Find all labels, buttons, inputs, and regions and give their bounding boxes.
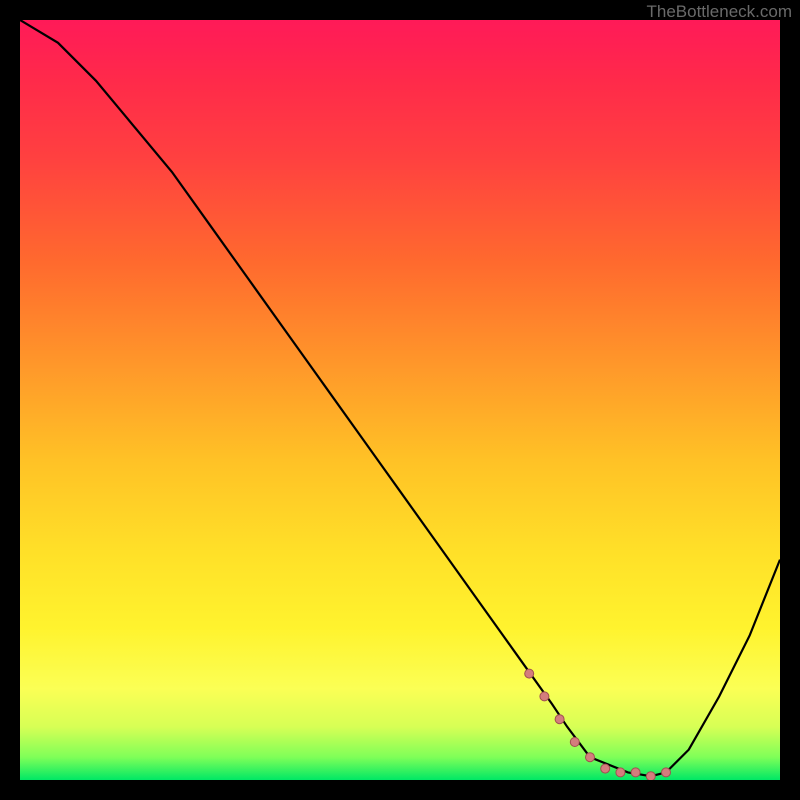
highlight-dot [662,768,671,777]
highlight-dot [525,669,534,678]
highlight-dot [570,738,579,747]
highlight-dot [555,715,564,724]
highlight-dot [540,692,549,701]
highlight-dot [646,772,655,780]
bottleneck-curve-svg [20,20,780,780]
watermark-text: TheBottleneck.com [646,2,792,22]
highlight-dots-group [525,669,671,780]
highlight-dot [631,768,640,777]
highlight-dot [586,753,595,762]
bottleneck-curve-line [20,20,780,776]
highlight-dot [616,768,625,777]
chart-frame: TheBottleneck.com [0,0,800,800]
highlight-dot [601,764,610,773]
plot-area [20,20,780,780]
